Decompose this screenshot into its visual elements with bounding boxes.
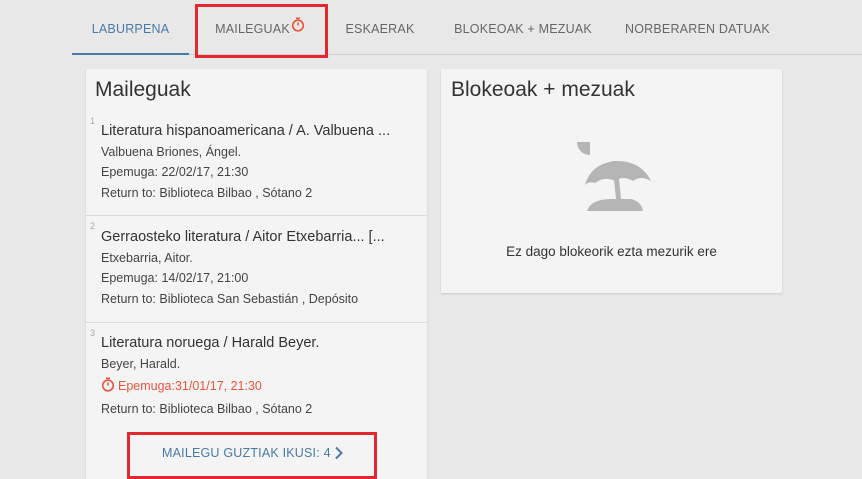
tab-eskaerak[interactable]: ESKAERAK <box>338 0 422 54</box>
loan-title[interactable]: Literatura hispanoamericana / A. Valbuen… <box>101 123 421 139</box>
chevron-right-icon[interactable] <box>334 446 344 465</box>
loan-author: Beyer, Harald. <box>101 357 181 371</box>
loan-author: Etxebarria, Aitor. <box>101 251 193 265</box>
loan-number: 1 <box>90 116 96 126</box>
empty-message: Ez dago blokeorik ezta mezurik ere <box>506 244 717 259</box>
tab-blokeoak-mezuak[interactable]: BLOKEOAK + MEZUAK <box>450 0 596 54</box>
tab-label: MAILEGUAK <box>215 22 290 36</box>
loan-number: 2 <box>90 221 96 231</box>
loan-item[interactable]: 1 Literatura hispanoamericana / A. Valbu… <box>86 115 427 216</box>
beach-umbrella-icon <box>571 139 653 218</box>
panel-title: Blokeoak + mezuak <box>451 78 635 101</box>
stopwatch-icon <box>291 0 305 57</box>
stopwatch-icon <box>101 377 115 395</box>
loans-panel: Maileguak 1 Literatura hispanoamericana … <box>86 69 427 479</box>
loan-title[interactable]: Gerraosteko literatura / Aitor Etxebarri… <box>101 229 421 245</box>
see-all-loans-link[interactable]: MAILEGU GUZTIAK IKUSI: 4 <box>162 446 331 460</box>
loan-due-date-overdue: Epemuga:31/01/17, 21:30 <box>101 377 262 395</box>
loan-due-date: Epemuga: 22/02/17, 21:30 <box>101 165 249 179</box>
loan-item[interactable]: 2 Gerraosteko literatura / Aitor Etxebar… <box>86 216 427 323</box>
tab-label: LABURPENA <box>91 22 170 36</box>
loan-due-date: Epemuga: 14/02/17, 21:00 <box>101 271 249 285</box>
loan-author: Valbuena Briones, Ángel. <box>101 145 242 159</box>
panel-title: Maileguak <box>95 78 191 101</box>
loan-return-location: Return to: Biblioteca San Sebastián , De… <box>101 292 359 306</box>
loan-number: 3 <box>90 328 96 338</box>
blocks-messages-panel: Blokeoak + mezuak Ez dago blokeorik ezta… <box>441 69 782 293</box>
tab-label: ESKAERAK <box>345 22 415 36</box>
loan-return-location: Return to: Biblioteca Bilbao , Sótano 2 <box>101 402 313 416</box>
tab-norberaren-datuak[interactable]: NORBERAREN DATUAK <box>625 0 770 54</box>
loan-return-location: Return to: Biblioteca Bilbao , Sótano 2 <box>101 186 313 200</box>
loan-title[interactable]: Literatura noruega / Harald Beyer. <box>101 335 421 351</box>
tab-label: BLOKEOAK + MEZUAK <box>454 22 592 36</box>
loan-due-date: Epemuga:31/01/17, 21:30 <box>118 379 262 393</box>
tab-laburpena[interactable]: LABURPENA <box>72 0 189 55</box>
loan-item[interactable]: 3 Literatura noruega / Harald Beyer. Bey… <box>86 323 427 431</box>
tab-label: NORBERAREN DATUAK <box>625 22 770 36</box>
tab-bar: LABURPENA MAILEGUAK ESKAERAK BLOKEOAK + … <box>72 0 862 55</box>
tab-maileguak[interactable]: MAILEGUAK <box>205 0 315 54</box>
